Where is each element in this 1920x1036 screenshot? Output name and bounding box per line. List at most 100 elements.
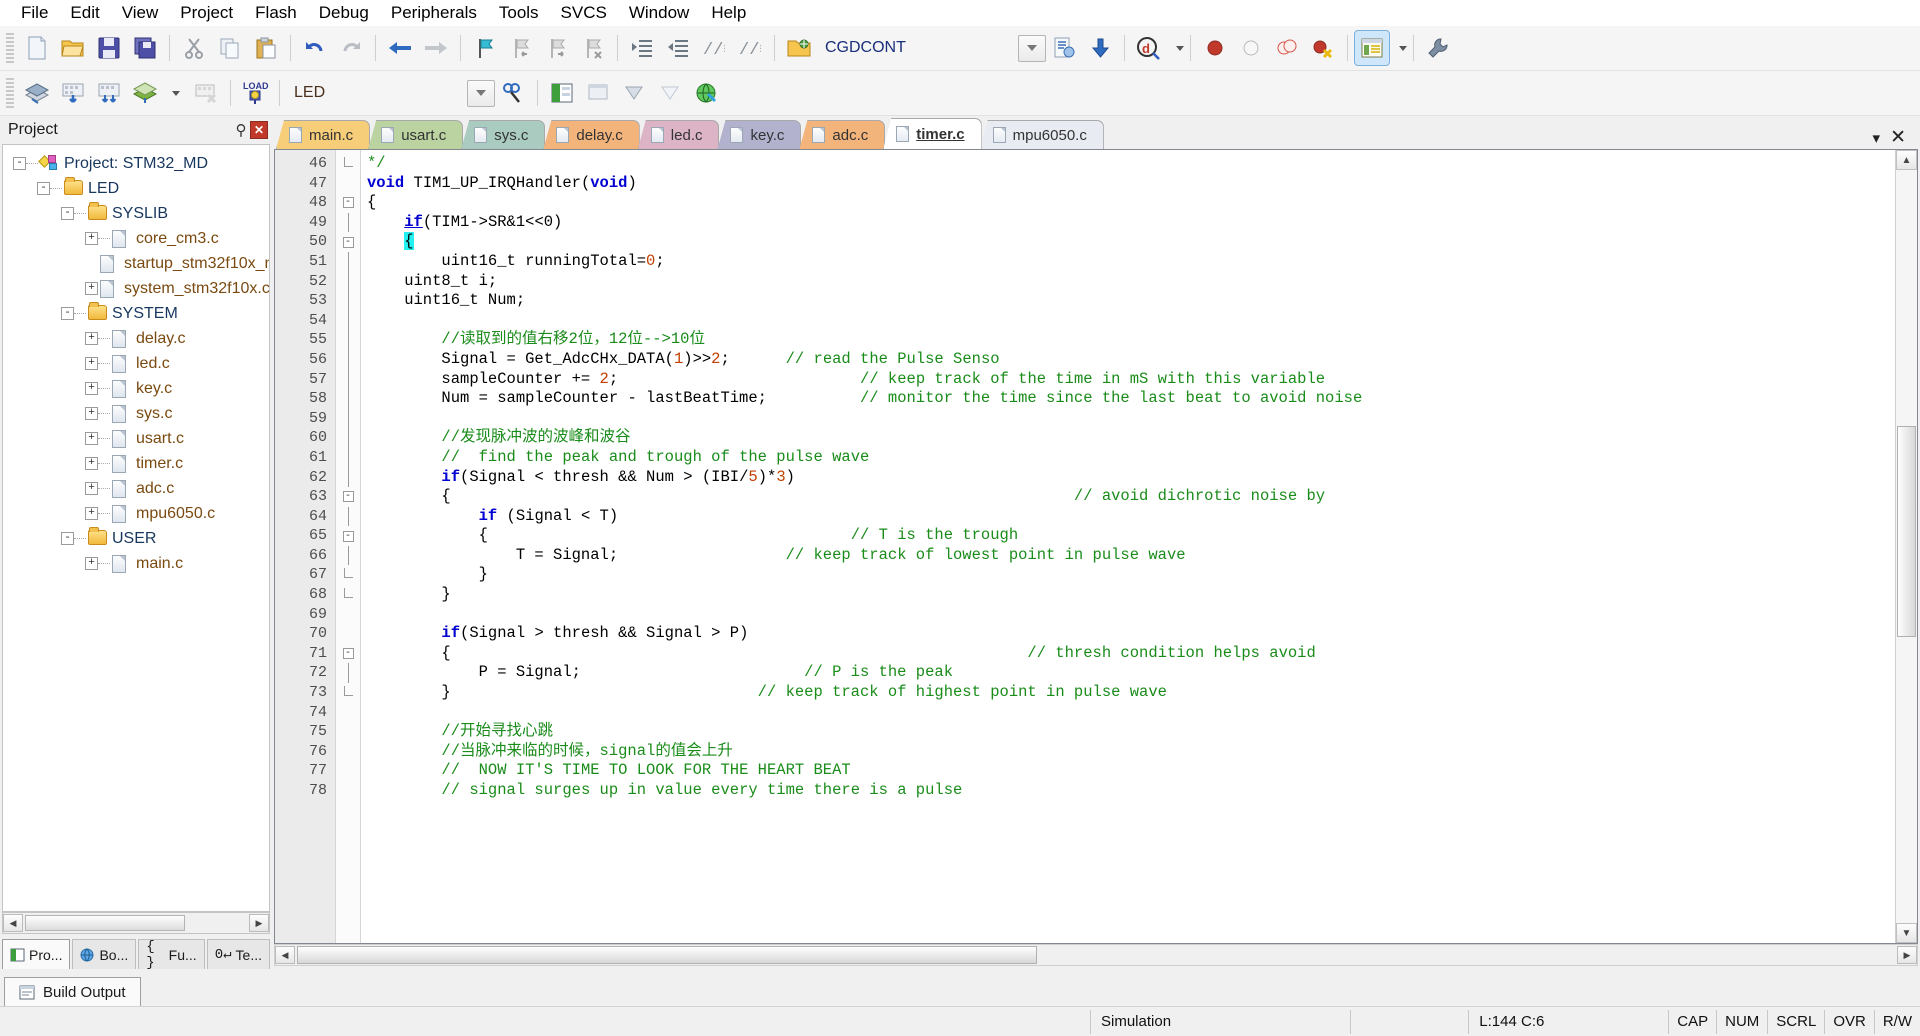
target-options-dialog-icon[interactable]	[1047, 31, 1081, 65]
tree-item[interactable]: + led.c	[3, 351, 269, 376]
expand-icon[interactable]: +	[85, 457, 98, 470]
target-select-dropdown[interactable]	[1017, 34, 1046, 62]
editor-tab[interactable]: delay.c	[543, 120, 640, 149]
rebuild-icon[interactable]	[92, 76, 126, 110]
expand-icon[interactable]: +	[85, 357, 98, 370]
pin-icon[interactable]: ⚲	[232, 121, 250, 139]
code-line[interactable]: // find the peak and trough of the pulse…	[367, 448, 1895, 468]
code-line[interactable]: P = Signal; // P is the peak	[367, 663, 1895, 683]
tree-item[interactable]: - USER	[3, 526, 269, 551]
bookmark-prev-icon[interactable]	[504, 31, 538, 65]
code-line[interactable]	[367, 311, 1895, 331]
manage-project-items-icon[interactable]	[496, 76, 530, 110]
build-toolbar-grip[interactable]	[6, 78, 14, 108]
books-window-icon[interactable]	[581, 76, 615, 110]
collapse-icon[interactable]: -	[61, 307, 74, 320]
window-layout-icon[interactable]	[1353, 30, 1390, 66]
hscroll-right-icon[interactable]: ▶	[1897, 946, 1917, 964]
expand-icon[interactable]: +	[85, 407, 98, 420]
code-line[interactable]: //当脉冲来临的时候，signal的值会上升	[367, 742, 1895, 762]
indent-icon[interactable]	[625, 31, 659, 65]
editor-tab[interactable]: usart.c	[368, 120, 464, 149]
tree-item[interactable]: + delay.c	[3, 326, 269, 351]
bookmark-clear-all-icon[interactable]	[576, 31, 610, 65]
code-line[interactable]: //开始寻找心跳	[367, 722, 1895, 742]
comment-icon[interactable]: //≡	[697, 31, 731, 65]
code-line[interactable]: if (Signal < T)	[367, 507, 1895, 527]
menu-item-window[interactable]: Window	[618, 1, 700, 25]
code-folding-column[interactable]: - - - - -	[335, 150, 361, 943]
chevron-down-icon[interactable]: ▾	[1873, 129, 1881, 147]
code-line[interactable]: // signal surges up in value every time …	[367, 781, 1895, 801]
scroll-left-icon[interactable]: ◀	[3, 914, 23, 932]
code-line[interactable]: { // avoid dichrotic noise by	[367, 487, 1895, 507]
editor-tab[interactable]: sys.c	[461, 120, 546, 149]
tree-item[interactable]: - Project: STM32_MD	[3, 151, 269, 176]
expand-icon[interactable]: +	[85, 507, 98, 520]
code-line[interactable]: if(Signal < thresh && Num > (IBI/5)*3)	[367, 468, 1895, 488]
menu-item-edit[interactable]: Edit	[59, 1, 110, 25]
forward-icon[interactable]	[419, 31, 453, 65]
tree-item[interactable]: + key.c	[3, 376, 269, 401]
tree-item[interactable]: - SYSTEM	[3, 301, 269, 326]
code-line[interactable]: // NOW IT'S TIME TO LOOK FOR THE HEART B…	[367, 761, 1895, 781]
code-area[interactable]: 46 47 48 49 50 51 52 53 54 55 56 57 58 59 60 61 62 63 64 65…	[275, 150, 1895, 943]
collapse-icon[interactable]: -	[37, 182, 50, 195]
open-file-icon[interactable]	[56, 31, 90, 65]
tree-item[interactable]: - SYSLIB	[3, 201, 269, 226]
editor-tab[interactable]: mpu6050.c	[979, 120, 1104, 149]
code-line[interactable]: { // thresh condition helps avoid	[367, 644, 1895, 664]
fold-toggle-icon[interactable]: -	[336, 526, 360, 546]
code-line[interactable]: T = Signal; // keep track of lowest poin…	[367, 546, 1895, 566]
tree-item[interactable]: - LED	[3, 176, 269, 201]
start-debug-icon[interactable]: d	[1132, 31, 1166, 65]
tree-item[interactable]: + system_stm32f10x.c	[3, 276, 269, 301]
outdent-icon[interactable]	[661, 31, 695, 65]
editor-hscrollbar[interactable]: ◀ ▶	[274, 944, 1918, 966]
download-icon[interactable]	[1083, 31, 1117, 65]
stop-build-icon[interactable]	[189, 76, 223, 110]
editor-tab[interactable]: adc.c	[799, 120, 886, 149]
menu-item-svcs[interactable]: SVCS	[550, 1, 618, 25]
bookmark-toggle-icon[interactable]	[468, 31, 502, 65]
code-line[interactable]: uint16_t Num;	[367, 291, 1895, 311]
project-tree[interactable]: - Project: STM32_MD - LED - SYSLIB + core_cm3.c…	[2, 144, 270, 912]
hscroll-thumb[interactable]	[297, 946, 1037, 964]
tree-item[interactable]: + timer.c	[3, 451, 269, 476]
save-icon[interactable]	[92, 31, 126, 65]
code-line[interactable]: Num = sampleCounter - lastBeatTime; // m…	[367, 389, 1895, 409]
source-code-text[interactable]: */void TIM1_UP_IRQHandler(void){ if(TIM1…	[361, 150, 1895, 943]
hscroll-thumb[interactable]	[25, 915, 185, 931]
scroll-right-icon[interactable]: ▶	[249, 914, 269, 932]
code-line[interactable]: sampleCounter += 2; // keep track of the…	[367, 370, 1895, 390]
vscroll-thumb[interactable]	[1897, 426, 1916, 637]
undo-icon[interactable]	[298, 31, 332, 65]
code-editor[interactable]: 46 47 48 49 50 51 52 53 54 55 56 57 58 59 60 61 62 63 64 65…	[274, 149, 1918, 944]
code-line[interactable]: if(Signal > thresh && Signal > P)	[367, 624, 1895, 644]
scroll-up-icon[interactable]: ▲	[1896, 150, 1917, 170]
breakpoint-disable-all-icon[interactable]	[1270, 31, 1304, 65]
breakpoint-disable-icon[interactable]	[1234, 31, 1268, 65]
expand-icon[interactable]: +	[85, 282, 98, 295]
translate-file-icon[interactable]	[20, 76, 54, 110]
breakpoint-kill-all-icon[interactable]	[1306, 31, 1340, 65]
cut-icon[interactable]	[177, 31, 211, 65]
breakpoint-insert-icon[interactable]	[1198, 31, 1232, 65]
tree-item[interactable]: startup_stm32f10x_n	[3, 251, 269, 276]
code-line[interactable]: {	[367, 193, 1895, 213]
target-options-icon[interactable]	[782, 31, 816, 65]
functions-window-icon[interactable]	[617, 76, 651, 110]
panel-tab-templates[interactable]: 0↵ Te...	[206, 939, 270, 969]
fold-toggle-icon[interactable]: -	[336, 193, 360, 213]
tree-item[interactable]: + adc.c	[3, 476, 269, 501]
menu-item-flash[interactable]: Flash	[244, 1, 308, 25]
collapse-icon[interactable]: -	[61, 532, 74, 545]
expand-icon[interactable]: +	[85, 432, 98, 445]
code-line[interactable]: if(TIM1->SR&1<<0)	[367, 213, 1895, 233]
expand-icon[interactable]: +	[85, 557, 98, 570]
redo-icon[interactable]	[334, 31, 368, 65]
back-icon[interactable]	[383, 31, 417, 65]
code-line[interactable]: uint8_t i;	[367, 272, 1895, 292]
fold-toggle-icon[interactable]: -	[336, 232, 360, 252]
paste-icon[interactable]	[249, 31, 283, 65]
